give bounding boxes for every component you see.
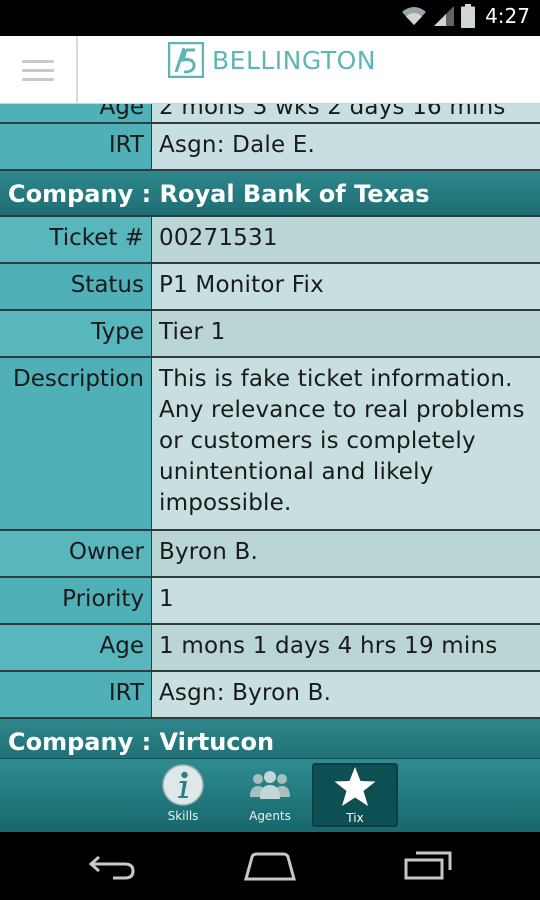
wifi-icon — [402, 7, 427, 25]
system-nav-bar — [0, 832, 540, 900]
tab-label: Skills — [167, 809, 199, 823]
row-value: 00271531 — [152, 217, 540, 262]
bottom-tab-bar: Skills Agents Tix — [0, 758, 540, 832]
signal-icon — [434, 6, 455, 26]
row-value: Tier 1 — [152, 311, 540, 356]
status-time: 4:27 — [485, 4, 530, 28]
back-button[interactable] — [82, 846, 142, 886]
row-label: IRT — [0, 672, 152, 717]
brand-name: BELLINGTON — [212, 45, 377, 75]
table-row[interactable]: Ticket # 00271531 — [0, 217, 540, 264]
table-row: Owner Byron B. — [0, 531, 540, 578]
table-row: IRT Asgn: Byron B. — [0, 672, 540, 719]
row-label: Ticket # — [0, 217, 152, 262]
brand: BELLINGTON — [168, 42, 376, 78]
tab-tix[interactable]: Tix — [312, 763, 398, 827]
row-label: Age — [0, 104, 152, 122]
row-value: Asgn: Dale E. — [152, 124, 540, 169]
tab-label: Tix — [346, 811, 364, 825]
bellington-logo — [168, 42, 204, 78]
row-label: IRT — [0, 124, 152, 169]
table-row: Age 2 mons 3 wks 2 days 16 mins — [0, 104, 540, 124]
table-row: Status P1 Monitor Fix — [0, 264, 540, 311]
table-row: Description This is fake ticket informat… — [0, 358, 540, 531]
recent-apps-button[interactable] — [398, 846, 458, 886]
table-row: IRT Asgn: Dale E. — [0, 124, 540, 171]
tab-skills[interactable]: Skills — [140, 763, 226, 827]
row-label: Priority — [0, 578, 152, 623]
row-value: P1 Monitor Fix — [152, 264, 540, 309]
table-row: Age 1 mons 1 days 4 hrs 19 mins — [0, 625, 540, 672]
row-value: 1 — [152, 578, 540, 623]
row-label: Type — [0, 311, 152, 356]
people-icon — [250, 771, 290, 799]
row-label: Description — [0, 358, 152, 529]
info-icon — [162, 764, 204, 806]
row-label: Age — [0, 625, 152, 670]
home-button[interactable] — [240, 846, 300, 886]
back-icon — [88, 855, 135, 880]
row-value: Byron B. — [152, 531, 540, 576]
battery-icon — [461, 4, 476, 28]
recent-apps-icon — [404, 851, 452, 880]
row-label: Status — [0, 264, 152, 309]
table-row: Priority 1 — [0, 578, 540, 625]
tab-agents[interactable]: Agents — [227, 763, 313, 827]
table-row: Type Tier 1 — [0, 311, 540, 358]
row-label: Owner — [0, 531, 152, 576]
menu-button[interactable] — [0, 36, 78, 104]
status-bar: 4:27 — [0, 0, 540, 36]
row-value: Asgn: Byron B. — [152, 672, 540, 717]
ticket-list[interactable]: Age 2 mons 3 wks 2 days 16 mins IRT Asgn… — [0, 104, 540, 758]
row-value: This is fake ticket information. Any rel… — [152, 358, 540, 529]
row-value: 1 mons 1 days 4 hrs 19 mins — [152, 625, 540, 670]
app-header: BELLINGTON — [0, 36, 540, 104]
star-icon — [334, 767, 376, 806]
company-header[interactable]: Company : Virtucon — [0, 719, 540, 758]
tab-label: Agents — [249, 809, 291, 823]
hamburger-menu-icon — [22, 54, 54, 87]
row-value: 2 mons 3 wks 2 days 16 mins — [152, 104, 540, 122]
company-header[interactable]: Company : Royal Bank of Texas — [0, 171, 540, 217]
home-icon — [244, 852, 296, 881]
